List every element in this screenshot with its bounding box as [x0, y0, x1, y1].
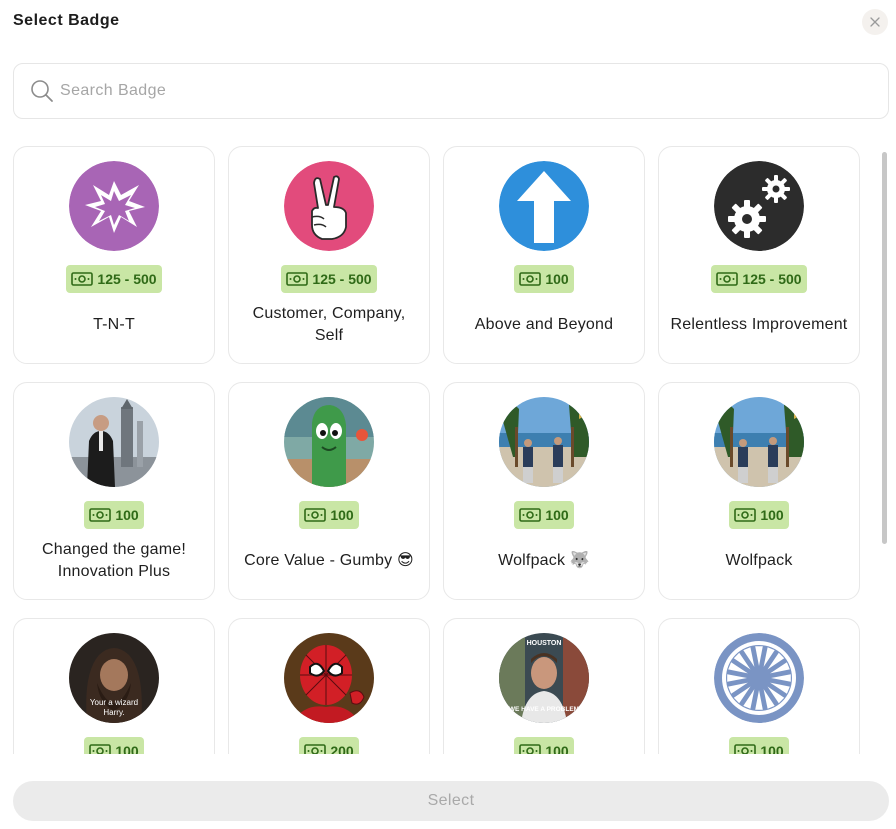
beach-group-photo	[714, 397, 804, 487]
search-icon	[31, 80, 53, 102]
points-value: 100	[760, 507, 784, 523]
scrollbar-thumb[interactable]	[882, 152, 887, 544]
beach-group-photo	[499, 397, 589, 487]
badge-card[interactable]: HOUSTON WE HAVE A PROBLEM 100	[443, 618, 645, 754]
money-icon	[519, 508, 542, 522]
modal-title: Select Badge	[13, 12, 120, 29]
money-icon	[89, 508, 112, 522]
badge-name: Wolfpack 🐺	[498, 552, 590, 569]
money-icon	[734, 744, 757, 754]
points-badge: 125 - 500	[281, 265, 377, 293]
person-rocket-photo	[69, 397, 159, 487]
badge-name: Wolfpack	[725, 552, 793, 569]
points-badge: 125 - 500	[66, 265, 162, 293]
points-value: 200	[330, 743, 354, 754]
points-value: 100	[115, 743, 139, 754]
points-value: 100	[115, 507, 139, 523]
points-badge: 200	[299, 737, 359, 754]
points-value: 125 - 500	[97, 271, 157, 287]
search-box[interactable]	[13, 63, 889, 119]
badge-card[interactable]: Your a wizard Harry. 100	[13, 618, 215, 754]
badge-card[interactable]: 200	[228, 618, 430, 754]
points-value: 100	[545, 271, 569, 287]
badge-name: Changed the game! Innovation Plus	[42, 541, 186, 580]
money-icon	[716, 272, 739, 286]
peace-hand-icon	[284, 161, 374, 251]
money-icon	[304, 744, 327, 754]
meme-caption-line2: Harry.	[103, 708, 124, 717]
close-icon	[870, 17, 880, 27]
meme-caption-line1: Your a wizard	[90, 698, 138, 707]
points-value: 100	[760, 743, 784, 754]
badge-card[interactable]: 125 - 500 Customer, Company, Self	[228, 146, 430, 364]
money-icon	[304, 508, 327, 522]
badge-card[interactable]: 125 - 500 Relentless Improvement	[658, 146, 860, 364]
badge-name: Relentless Improvement	[670, 316, 848, 333]
points-badge: 100	[84, 501, 144, 529]
select-button[interactable]: Select	[13, 781, 889, 821]
points-badge: 100	[729, 501, 789, 529]
wizard-meme-photo: Your a wizard Harry.	[69, 633, 159, 723]
points-value: 125 - 500	[312, 271, 372, 287]
points-badge: 100	[514, 265, 574, 293]
arrow-up-icon	[499, 161, 589, 251]
badge-card[interactable]: 100 Wolfpack 🐺	[443, 382, 645, 600]
badge-card[interactable]: 100 Changed the game! Innovation Plus	[13, 382, 215, 600]
badge-card[interactable]: 100 Core Value - Gumby 😎	[228, 382, 430, 600]
badge-card[interactable]: 125 - 500 T-N-T	[13, 146, 215, 364]
select-badge-modal: Select Badge Search Badge 125 - 500 T-N-…	[0, 0, 896, 829]
money-icon	[71, 272, 94, 286]
badge-card[interactable]: 100 Wolfpack	[658, 382, 860, 600]
points-value: 100	[545, 743, 569, 754]
badge-grid-viewport[interactable]: 125 - 500 T-N-T 125 - 500 Customer, Comp…	[0, 146, 880, 754]
badge-name: T-N-T	[93, 316, 135, 333]
points-badge: 100	[299, 501, 359, 529]
ship-wheel-icon	[714, 633, 804, 723]
money-icon	[519, 744, 542, 754]
points-value: 125 - 500	[742, 271, 802, 287]
badge-name: Core Value - Gumby 😎	[244, 552, 414, 569]
explosion-star-icon	[69, 161, 159, 251]
points-badge: 100	[514, 501, 574, 529]
points-value: 100	[330, 507, 354, 523]
points-badge: 100	[84, 737, 144, 754]
points-value: 100	[545, 507, 569, 523]
houston-meme-photo: HOUSTON WE HAVE A PROBLEM	[499, 633, 589, 723]
close-button[interactable]	[862, 9, 888, 35]
gumby-photo	[284, 397, 374, 487]
badge-card[interactable]: 100 Above and Beyond	[443, 146, 645, 364]
points-badge: 100	[729, 737, 789, 754]
meme-caption-top: HOUSTON	[527, 640, 562, 647]
money-icon	[89, 744, 112, 754]
meme-caption-bottom: WE HAVE A PROBLEM	[509, 706, 579, 713]
points-badge: 100	[514, 737, 574, 754]
gears-icon	[714, 161, 804, 251]
spiderman-photo	[284, 633, 374, 723]
grid-scrollbar[interactable]	[882, 150, 888, 750]
money-icon	[734, 508, 757, 522]
search-input[interactable]	[60, 82, 840, 100]
money-icon	[286, 272, 309, 286]
badge-name: Above and Beyond	[474, 316, 614, 333]
badge-grid: 125 - 500 T-N-T 125 - 500 Customer, Comp…	[13, 146, 860, 754]
points-badge: 125 - 500	[711, 265, 807, 293]
badge-card[interactable]: 100	[658, 618, 860, 754]
badge-name: Customer, Company, Self	[252, 305, 406, 344]
money-icon	[519, 272, 542, 286]
